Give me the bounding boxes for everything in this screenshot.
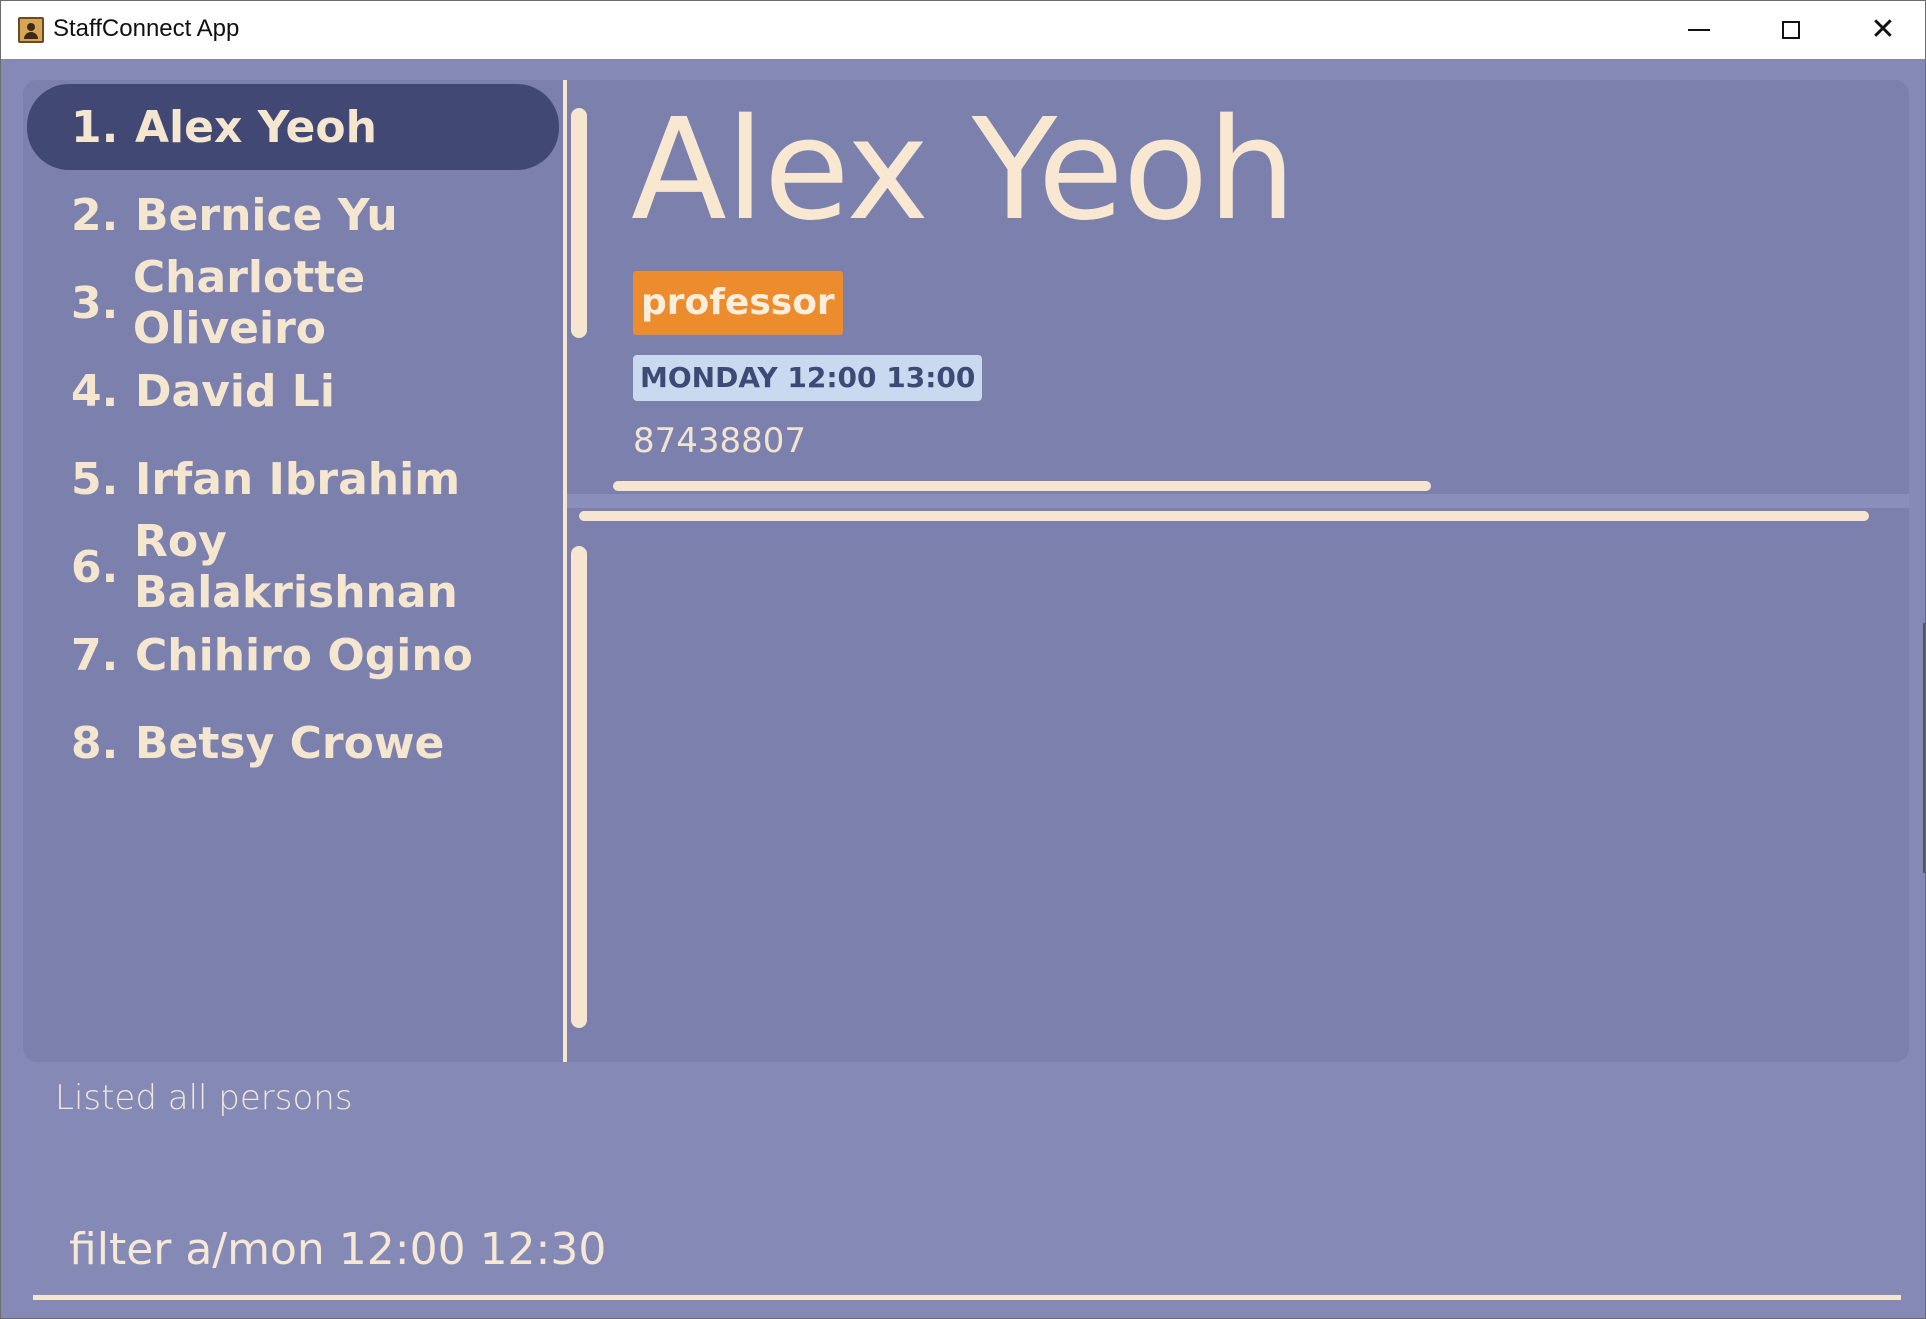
list-item-index: 2. [71, 189, 119, 241]
list-item-name: Bernice Yu [135, 189, 398, 241]
command-input[interactable] [67, 1213, 1891, 1285]
command-input-underline [33, 1295, 1901, 1300]
result-status-message: Listed all persons [55, 1078, 353, 1118]
list-item[interactable]: 1. Alex Yeoh [27, 84, 559, 170]
command-box [33, 1213, 1901, 1301]
list-item-name: Chihiro Ogino [135, 629, 473, 681]
detail-separator [567, 494, 1909, 508]
list-item[interactable]: 2. Bernice Yu [27, 172, 559, 258]
list-item-name: Alex Yeoh [135, 101, 377, 153]
contact-book-icon [18, 17, 44, 43]
list-item-index: 5. [71, 453, 119, 505]
list-item-name: Roy Balakrishnan [133, 516, 458, 618]
list-item-index: 3. [71, 277, 119, 329]
minimize-button[interactable] [1653, 1, 1745, 59]
list-item-name: Irfan Ibrahim [135, 453, 461, 505]
list-item-name: Charlotte Oliveiro [132, 252, 366, 354]
detail-person-name: Alex Yeoh [631, 89, 1296, 252]
minimize-icon [1688, 29, 1710, 31]
close-button[interactable]: ✕ [1837, 1, 1925, 59]
maximize-button[interactable] [1745, 1, 1837, 59]
person-list-panel[interactable]: 1. Alex Yeoh 2. Bernice Yu 3. Charlotte … [23, 80, 563, 1062]
list-item-index: 8. [71, 717, 119, 769]
list-item-index: 4. [71, 365, 119, 417]
detail-vertical-scrollbar[interactable] [571, 108, 587, 338]
title-bar[interactable]: StaffConnect App ✕ [1, 1, 1925, 59]
close-icon: ✕ [1870, 12, 1896, 47]
list-item[interactable]: 7. Chihiro Ogino [27, 612, 559, 698]
availability-badge: MONDAY 12:00 13:00 [633, 355, 983, 401]
tag-badge: professor [633, 271, 843, 335]
list-item-index: 6. [71, 541, 119, 593]
list-item[interactable]: 3. Charlotte Oliveiro [27, 252, 559, 354]
list-item-name: David Li [135, 365, 335, 417]
maximize-icon [1782, 21, 1800, 39]
app-window: StaffConnect App ✕ 1. Alex Yeoh 2. Berni… [0, 0, 1926, 1319]
lower-vertical-scrollbar[interactable] [571, 546, 587, 1028]
list-item-index: 7. [71, 629, 119, 681]
list-item-index: 1. [71, 101, 119, 153]
detail-horizontal-scrollbar[interactable] [613, 481, 1431, 491]
list-item[interactable]: 5. Irfan Ibrahim [27, 436, 559, 522]
list-item-name: Betsy Crowe [135, 717, 445, 769]
list-item[interactable]: 4. David Li [27, 348, 559, 434]
phone-number: 87438807 [633, 421, 807, 461]
window-title: StaffConnect App [53, 15, 240, 42]
list-item[interactable]: 6. Roy Balakrishnan [27, 516, 559, 618]
lower-horizontal-scrollbar[interactable] [579, 511, 1869, 521]
list-item[interactable]: 8. Betsy Crowe [27, 700, 559, 786]
